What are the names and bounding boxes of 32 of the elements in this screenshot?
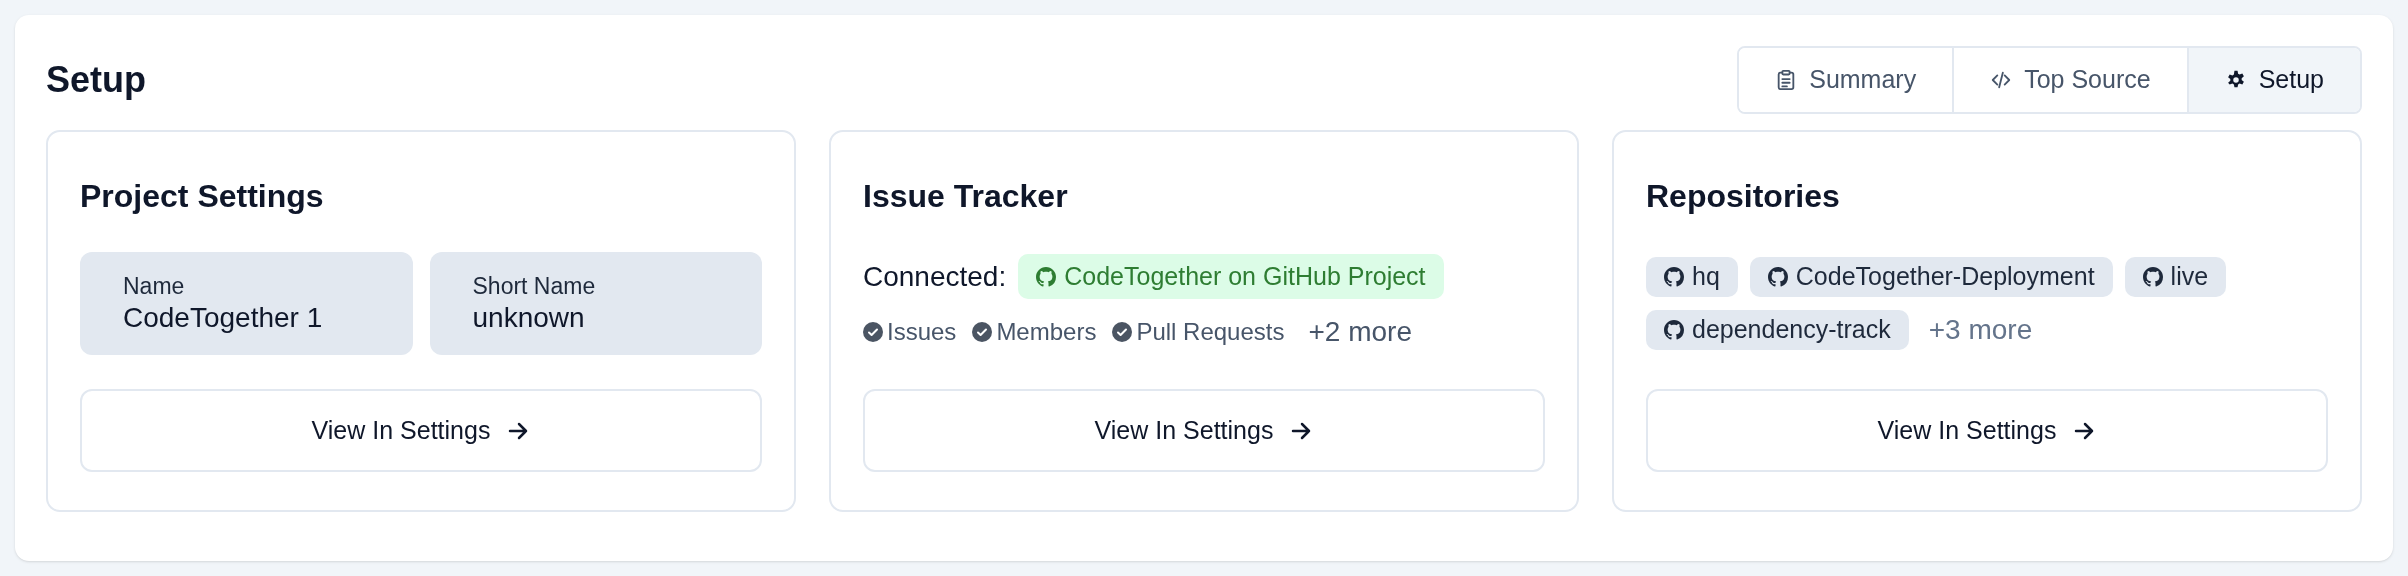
github-icon bbox=[1664, 319, 1684, 340]
github-icon bbox=[1664, 266, 1684, 287]
page-title: Setup bbox=[46, 58, 146, 102]
tab[interactable]: Setup bbox=[2186, 48, 2360, 112]
feature-label: Members bbox=[996, 317, 1097, 348]
more-count: +3 more bbox=[1928, 312, 2033, 347]
check-circle-icon bbox=[863, 322, 883, 343]
repo-chip[interactable]: CodeTogether-Deployment bbox=[1749, 256, 2113, 297]
field-label: Name bbox=[123, 271, 186, 301]
repo-chip[interactable]: dependency-track bbox=[1646, 309, 1909, 350]
check-circle-icon bbox=[1112, 322, 1133, 343]
card-title: Repositories bbox=[1646, 177, 1841, 216]
code-icon bbox=[1990, 69, 2013, 91]
github-icon bbox=[1036, 266, 1057, 287]
view-in-settings-button[interactable]: View In Settings bbox=[80, 389, 762, 472]
feature-label: Issues bbox=[887, 317, 957, 348]
repo-chip[interactable]: live bbox=[2124, 256, 2227, 297]
more-count: +2 more bbox=[1308, 315, 1412, 350]
field-label: Short Name bbox=[472, 271, 597, 301]
card-title: Project Settings bbox=[80, 177, 325, 216]
view-in-settings-button[interactable]: View In Settings bbox=[1646, 389, 2328, 472]
view-in-settings-button[interactable]: View In Settings bbox=[863, 389, 1545, 472]
check-circle-icon bbox=[972, 322, 993, 343]
connection-badge: CodeTogether on GitHub Project bbox=[1018, 253, 1444, 300]
repo-chip[interactable]: hq bbox=[1646, 256, 1738, 297]
feature-label: Pull Requests bbox=[1136, 317, 1285, 348]
field-value: unknown bbox=[472, 301, 586, 336]
field-value: CodeTogether 1 bbox=[123, 301, 324, 336]
card-title: Issue Tracker bbox=[863, 177, 1069, 216]
github-icon bbox=[1767, 266, 1788, 287]
connected-label: Connected: bbox=[863, 259, 1007, 294]
github-icon bbox=[2142, 266, 2163, 287]
